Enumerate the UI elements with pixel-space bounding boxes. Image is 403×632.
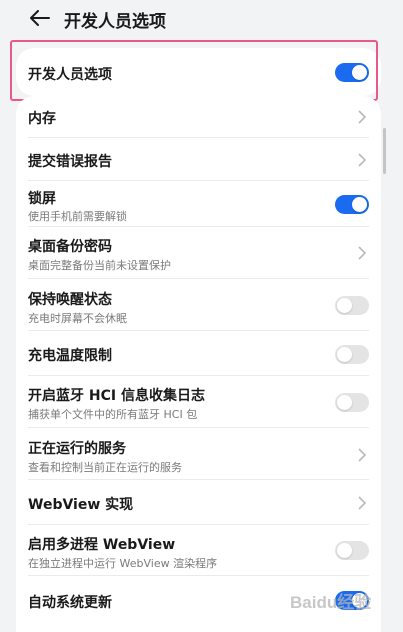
item-label: 保持唤醒状态 xyxy=(28,292,112,308)
settings-item-stay-awake[interactable]: 保持唤醒状态 充电时屏幕不会休眠 xyxy=(16,279,381,331)
item-label: 自动系统更新 xyxy=(28,595,112,611)
bluetooth-hci-toggle[interactable] xyxy=(335,393,369,412)
item-sublabel: 桌面完整备份当前未设置保护 xyxy=(28,259,171,272)
back-button[interactable] xyxy=(28,8,52,28)
settings-item-bluetooth-hci-log[interactable]: 开启蓝牙 HCI 信息收集日志 捕获单个文件中的所有蓝牙 HCI 包 xyxy=(16,376,381,428)
item-sublabel: 捕获单个文件中的所有蓝牙 HCI 包 xyxy=(28,408,198,421)
settings-item-screen-lock[interactable]: 锁屏 使用手机前需要解锁 xyxy=(16,181,381,227)
toggle-knob xyxy=(337,298,352,313)
settings-item-multiprocess-webview[interactable]: 启用多进程 WebView 在独立进程中运行 WebView 渲染程序 xyxy=(16,525,381,576)
item-label: 正在运行的服务 xyxy=(28,441,126,457)
item-label: 充电温度限制 xyxy=(28,348,112,364)
arrow-left-icon xyxy=(30,10,50,26)
item-label: 提交错误报告 xyxy=(28,154,112,170)
settings-item-memory[interactable]: 内存 xyxy=(16,96,381,138)
toggle-knob xyxy=(337,347,352,362)
item-sublabel: 在独立进程中运行 WebView 渲染程序 xyxy=(28,557,218,570)
item-sublabel: 使用手机前需要解锁 xyxy=(28,210,127,223)
toggle-knob xyxy=(352,197,367,212)
settings-item-charging-temp-limit[interactable]: 充电温度限制 xyxy=(16,331,381,376)
chevron-right-icon xyxy=(358,153,367,167)
item-label: 锁屏 xyxy=(28,191,56,207)
toggle-knob xyxy=(337,395,352,410)
watermark-text: Baidu经验 xyxy=(290,593,372,612)
item-label: 桌面备份密码 xyxy=(28,239,112,255)
item-label: WebView 实现 xyxy=(28,497,134,513)
settings-card: 内存 提交错误报告 锁屏 使用手机前需要解锁 桌面备份密码 桌面完整备份当前未设… xyxy=(16,96,381,632)
toggle-knob xyxy=(337,543,352,558)
scrollbar[interactable] xyxy=(383,128,386,174)
item-label: 开启蓝牙 HCI 信息收集日志 xyxy=(28,388,205,404)
item-sublabel: 充电时屏幕不会休眠 xyxy=(28,312,127,325)
settings-item-bug-report[interactable]: 提交错误报告 xyxy=(16,138,381,181)
charging-temp-toggle[interactable] xyxy=(335,345,369,364)
stay-awake-toggle[interactable] xyxy=(335,296,369,315)
multiprocess-webview-toggle[interactable] xyxy=(335,541,369,560)
settings-item-webview-implementation[interactable]: WebView 实现 xyxy=(16,480,381,525)
chevron-right-icon xyxy=(358,246,367,260)
settings-item-running-services[interactable]: 正在运行的服务 查看和控制当前正在运行的服务 xyxy=(16,428,381,480)
page-title: 开发人员选项 xyxy=(64,12,166,32)
chevron-right-icon xyxy=(358,496,367,510)
chevron-right-icon xyxy=(358,110,367,124)
item-sublabel: 查看和控制当前正在运行的服务 xyxy=(28,461,182,474)
highlight-frame xyxy=(10,40,378,101)
chevron-right-icon xyxy=(358,448,367,462)
top-bar: 开发人员选项 xyxy=(0,0,403,40)
item-label: 启用多进程 WebView xyxy=(28,537,176,553)
screen-lock-toggle[interactable] xyxy=(335,195,369,214)
item-label: 内存 xyxy=(28,111,56,127)
settings-item-desktop-backup-password[interactable]: 桌面备份密码 桌面完整备份当前未设置保护 xyxy=(16,227,381,279)
